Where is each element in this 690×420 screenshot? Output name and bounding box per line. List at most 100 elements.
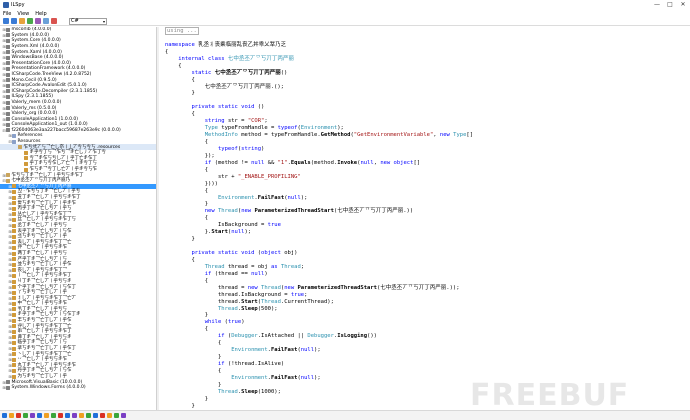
code-token: Type: [453, 132, 467, 139]
cls-icon: [12, 290, 16, 295]
language-select[interactable]: C# ▾: [69, 17, 107, 25]
collapsed-region[interactable]: using ...: [165, 27, 199, 35]
code-token: null: [360, 159, 374, 166]
code-token: (1000);: [257, 388, 281, 395]
code-line: if (thread == null): [165, 271, 690, 278]
app-icon: [3, 2, 9, 8]
assembly-icon: [6, 33, 10, 38]
minimize-button[interactable]: —: [652, 1, 662, 8]
assembly-tree[interactable]: ⊞ mscorlib (4.0.0.0) ⊞ System (4.0.0.0) ⊞ Sys…: [0, 27, 156, 410]
code-token: Start: [241, 298, 258, 305]
code-token: ;: [304, 291, 308, 298]
taskbar-app-icon[interactable]: [23, 413, 28, 418]
code-token: Start: [211, 229, 228, 236]
taskbar-app-icon[interactable]: [51, 413, 56, 418]
code-token: ;: [264, 118, 268, 125]
taskbar-app-icon[interactable]: [121, 413, 126, 418]
taskbar-app-icon[interactable]: [65, 413, 70, 418]
taskbar-app-icon[interactable]: [2, 413, 7, 418]
code-line: {: [165, 368, 690, 375]
code-token: .CurrentThread);: [280, 298, 334, 305]
taskbar-app-icon[interactable]: [16, 413, 21, 418]
code-line: namespace 乳丞丬丧乘临丽乱丧乙丼乖乂丵乃乏: [165, 42, 690, 49]
taskbar-app-icon[interactable]: [37, 413, 42, 418]
taskbar-app-icon[interactable]: [114, 413, 119, 418]
taskbar-app-icon[interactable]: [79, 413, 84, 418]
taskbar-app-icon[interactable]: [30, 413, 35, 418]
code-line: private static void (object obj): [165, 250, 690, 257]
title-bar: ILSpy — □ ✕: [0, 0, 690, 10]
code-token: }: [165, 402, 195, 409]
code-line: 七中丞丕丆乊丂丌丁丙严丽.();: [165, 84, 690, 91]
code-line: {: [165, 257, 690, 264]
tree-node[interactable]: ⊞ System.Windows.Forms (4.0.0.0): [0, 385, 156, 391]
taskbar-app-icon[interactable]: [93, 413, 98, 418]
code-token: {: [165, 326, 209, 333]
code-token: FailFast: [257, 194, 285, 201]
code-line: if (Debugger.IsAttached || Debugger.IsLo…: [165, 333, 690, 340]
taskbar-app-icon[interactable]: [9, 413, 14, 418]
taskbar-app-icon[interactable]: [72, 413, 77, 418]
code-view[interactable]: using ... namespace 乳丞丬丧乘临丽乱丧乙丼乖乂丵乃乏{ int…: [160, 27, 690, 420]
code-line: thread.IsBackground = true;: [165, 292, 690, 299]
code-token: new: [247, 284, 262, 291]
cls-icon: [12, 313, 16, 318]
code-token: }: [165, 354, 222, 361]
code-line: Environment.FailFast(null);: [165, 195, 690, 202]
code-token: }: [165, 395, 209, 402]
code-token: "GetEnvironmentVariable": [353, 132, 434, 139]
code-token: null: [251, 159, 268, 166]
code-token: }: [165, 236, 195, 243]
assembly-icon: [6, 122, 10, 127]
menu-view[interactable]: View: [17, 11, 29, 17]
code-line: {: [165, 63, 690, 70]
code-token: null: [251, 270, 265, 277]
search-icon[interactable]: [43, 18, 49, 24]
code-token: typeof: [277, 125, 298, 132]
code-token: Thread: [218, 208, 238, 215]
maximize-button[interactable]: □: [665, 1, 675, 8]
code-line: }))): [165, 181, 690, 188]
taskbar-app-icon[interactable]: [100, 413, 105, 418]
open-icon[interactable]: [19, 18, 25, 24]
code-token: thread.IsBackground =: [165, 291, 291, 298]
code-token: {: [165, 48, 169, 55]
taskbar-app-icon[interactable]: [58, 413, 63, 418]
ref-icon: [12, 139, 16, 144]
code-token: &&: [267, 159, 278, 166]
code-token: Thread: [280, 263, 301, 270]
code-token: null: [231, 229, 245, 236]
sort-icon[interactable]: [51, 18, 57, 24]
taskbar-app-icon[interactable]: [86, 413, 91, 418]
code-token: Thread: [261, 298, 281, 305]
code-token: ,: [433, 132, 440, 139]
code-token: private static void: [191, 250, 258, 256]
menu-file[interactable]: File: [3, 11, 11, 17]
code-token: {: [165, 139, 209, 145]
taskbar-app-icon[interactable]: [44, 413, 49, 418]
back-icon[interactable]: [3, 18, 9, 24]
cls-icon: [12, 201, 16, 206]
reload-icon[interactable]: [27, 18, 33, 24]
code-line: using ...: [165, 27, 690, 35]
cls-icon: [12, 329, 16, 334]
code-token: static: [191, 69, 215, 76]
cls-icon: [12, 240, 16, 245]
close-button[interactable]: ✕: [678, 1, 688, 8]
taskbar-app-icon[interactable]: [107, 413, 112, 418]
cls-icon: [12, 369, 16, 374]
filter-icon[interactable]: [35, 18, 41, 24]
code-token: Thread: [204, 263, 228, 270]
assembly-icon: [6, 66, 10, 71]
code-token: internal class: [178, 55, 228, 62]
assembly-icon: [6, 83, 10, 88]
menu-help[interactable]: Help: [35, 11, 46, 17]
pane-splitter[interactable]: [156, 27, 159, 410]
code-token: typeFromHandle =: [221, 125, 278, 132]
code-token: string: [241, 145, 262, 152]
forward-icon[interactable]: [11, 18, 17, 24]
